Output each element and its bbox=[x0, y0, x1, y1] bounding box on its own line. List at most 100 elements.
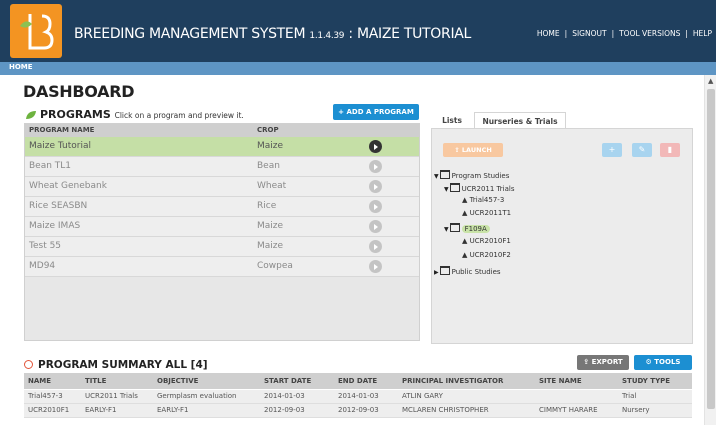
upload-icon: ⇪ bbox=[454, 146, 460, 154]
cell-name: UCR2010F1 bbox=[28, 406, 70, 414]
scroll-thumb[interactable] bbox=[707, 89, 715, 409]
program-row[interactable]: MD94 Cowpea bbox=[25, 257, 419, 277]
program-name: Wheat Genebank bbox=[29, 181, 107, 191]
cell-title: UCR2011 Trials bbox=[85, 392, 138, 400]
breadcrumb-home[interactable]: HOME bbox=[9, 63, 33, 71]
folder-icon bbox=[439, 266, 450, 275]
col-end-date[interactable]: END DATE bbox=[338, 377, 377, 385]
program-crop: Maize bbox=[257, 141, 284, 151]
col-start-date[interactable]: START DATE bbox=[264, 377, 311, 385]
top-bar: BREEDING MANAGEMENT SYSTEM 1.1.4.39 : MA… bbox=[0, 0, 716, 62]
folder-icon bbox=[449, 223, 460, 232]
tree-label: UCR2010F2 bbox=[469, 251, 511, 259]
program-row[interactable]: Rice SEASBN Rice bbox=[25, 197, 419, 217]
app-title: BREEDING MANAGEMENT SYSTEM 1.1.4.39 : MA… bbox=[74, 26, 471, 42]
delete-study-button[interactable]: ▮ bbox=[660, 143, 680, 157]
expanded-arrow-icon[interactable]: ▼ bbox=[444, 186, 449, 193]
tree-program-studies[interactable]: ▼ Program Studies bbox=[434, 170, 509, 180]
program-name: Test 55 bbox=[29, 241, 62, 251]
cell-end-date: 2014-01-03 bbox=[338, 392, 379, 400]
nav-help[interactable]: HELP bbox=[693, 29, 712, 38]
nav-signout[interactable]: SIGNOUT bbox=[572, 29, 606, 38]
nav-separator: | bbox=[564, 29, 568, 38]
breadcrumb: HOME bbox=[0, 62, 716, 75]
title-separator: : bbox=[344, 26, 357, 42]
expanded-arrow-icon[interactable]: ▼ bbox=[444, 226, 449, 233]
gear-icon: ⚙ bbox=[645, 358, 652, 366]
programs-table-header: PROGRAM NAME CROP bbox=[25, 124, 419, 137]
program-row[interactable]: Test 55 Maize bbox=[25, 237, 419, 257]
tree-trial457[interactable]: ▲ Trial457-3 bbox=[462, 196, 504, 204]
program-row[interactable]: Maize Tutorial Maize bbox=[25, 137, 419, 157]
play-icon[interactable] bbox=[369, 140, 382, 153]
app-name: BREEDING MANAGEMENT SYSTEM bbox=[74, 26, 306, 42]
tree-label: UCR2011T1 bbox=[469, 209, 512, 217]
tree-ucr2010f2[interactable]: ▲ UCR2010F2 bbox=[462, 251, 511, 259]
program-row[interactable]: Maize IMAS Maize bbox=[25, 217, 419, 237]
play-icon[interactable] bbox=[369, 220, 382, 233]
tools-button[interactable]: ⚙ TOOLS bbox=[634, 355, 692, 370]
add-program-label: ADD A PROGRAM bbox=[346, 108, 414, 116]
folder-icon bbox=[439, 170, 450, 179]
add-study-button[interactable]: + bbox=[602, 143, 622, 157]
tree-f109a[interactable]: ▼ F109A bbox=[444, 223, 490, 233]
summary-heading: PROGRAM SUMMARY ALL [4] bbox=[38, 359, 208, 371]
summary-row[interactable]: Trial457-3 UCR2011 Trials Germplasm eval… bbox=[24, 390, 692, 404]
program-crop: Bean bbox=[257, 161, 280, 171]
nav-tool-versions[interactable]: TOOL VERSIONS bbox=[619, 29, 680, 38]
summary-row[interactable]: UCR2010F1 EARLY-F1 EARLY-F1 2012-09-03 2… bbox=[24, 404, 692, 418]
export-button[interactable]: ⇪ EXPORT bbox=[577, 355, 629, 370]
play-icon[interactable] bbox=[369, 160, 382, 173]
bms-logo[interactable] bbox=[10, 4, 62, 58]
col-objective[interactable]: OBJECTIVE bbox=[157, 377, 198, 385]
export-icon: ⇪ bbox=[583, 358, 590, 366]
nav-home[interactable]: HOME bbox=[537, 29, 560, 38]
export-label: EXPORT bbox=[591, 358, 623, 366]
col-site-name[interactable]: SITE NAME bbox=[539, 377, 582, 385]
expanded-arrow-icon[interactable]: ▼ bbox=[434, 173, 439, 180]
app-version: 1.1.4.39 bbox=[309, 31, 345, 41]
cell-pi: ATLIN GARY bbox=[402, 392, 443, 400]
col-study-type[interactable]: STUDY TYPE bbox=[622, 377, 670, 385]
collapsed-arrow-icon[interactable]: ▶ bbox=[434, 269, 439, 276]
play-icon[interactable] bbox=[369, 240, 382, 253]
cell-end-date: 2012-09-03 bbox=[338, 406, 379, 414]
page-scrollbar[interactable]: ▲ bbox=[704, 75, 716, 425]
tree-label: UCR2010F1 bbox=[469, 237, 511, 245]
tree-ucr2010f1[interactable]: ▲ UCR2010F1 bbox=[462, 237, 511, 245]
program-name: Maize Tutorial bbox=[29, 141, 91, 151]
program-row[interactable]: Wheat Genebank Wheat bbox=[25, 177, 419, 197]
flask-icon: ▲ bbox=[462, 237, 468, 245]
launch-button[interactable]: ⇪ LAUNCH bbox=[443, 143, 503, 157]
program-name: MD94 bbox=[29, 261, 56, 271]
program-context: MAIZE TUTORIAL bbox=[356, 26, 472, 42]
tree-ucr2011t1[interactable]: ▲ UCR2011T1 bbox=[462, 209, 511, 217]
tab-nurseries-trials[interactable]: Nurseries & Trials bbox=[474, 112, 566, 129]
cell-site: CIMMYT HARARE bbox=[539, 406, 598, 414]
play-icon[interactable] bbox=[369, 260, 382, 273]
col-principal-investigator[interactable]: PRINCIPAL INVESTIGATOR bbox=[402, 377, 503, 385]
program-name: Rice SEASBN bbox=[29, 201, 88, 211]
add-program-button[interactable]: + ADD A PROGRAM bbox=[333, 104, 419, 120]
page-title: DASHBOARD bbox=[23, 82, 135, 101]
tab-lists[interactable]: Lists bbox=[436, 112, 468, 129]
col-name[interactable]: NAME bbox=[28, 377, 51, 385]
play-icon[interactable] bbox=[369, 180, 382, 193]
tree-label: Trial457-3 bbox=[469, 196, 505, 204]
leaf-icon bbox=[26, 111, 36, 119]
nav-separator: | bbox=[611, 29, 615, 38]
edit-study-button[interactable]: ✎ bbox=[632, 143, 652, 157]
play-icon[interactable] bbox=[369, 200, 382, 213]
col-program-name: PROGRAM NAME bbox=[29, 126, 95, 134]
program-name: Maize IMAS bbox=[29, 221, 81, 231]
cell-title: EARLY-F1 bbox=[85, 406, 117, 414]
studies-panel bbox=[431, 128, 693, 344]
col-title[interactable]: TITLE bbox=[85, 377, 106, 385]
scroll-up-icon[interactable]: ▲ bbox=[708, 77, 713, 85]
program-row[interactable]: Bean TL1 Bean bbox=[25, 157, 419, 177]
cell-name: Trial457-3 bbox=[28, 392, 63, 400]
program-crop: Rice bbox=[257, 201, 277, 211]
tree-label: F109A bbox=[461, 225, 490, 233]
tree-public-studies[interactable]: ▶ Public Studies bbox=[434, 266, 501, 276]
tree-ucr2011-trials[interactable]: ▼ UCR2011 Trials bbox=[444, 183, 515, 193]
